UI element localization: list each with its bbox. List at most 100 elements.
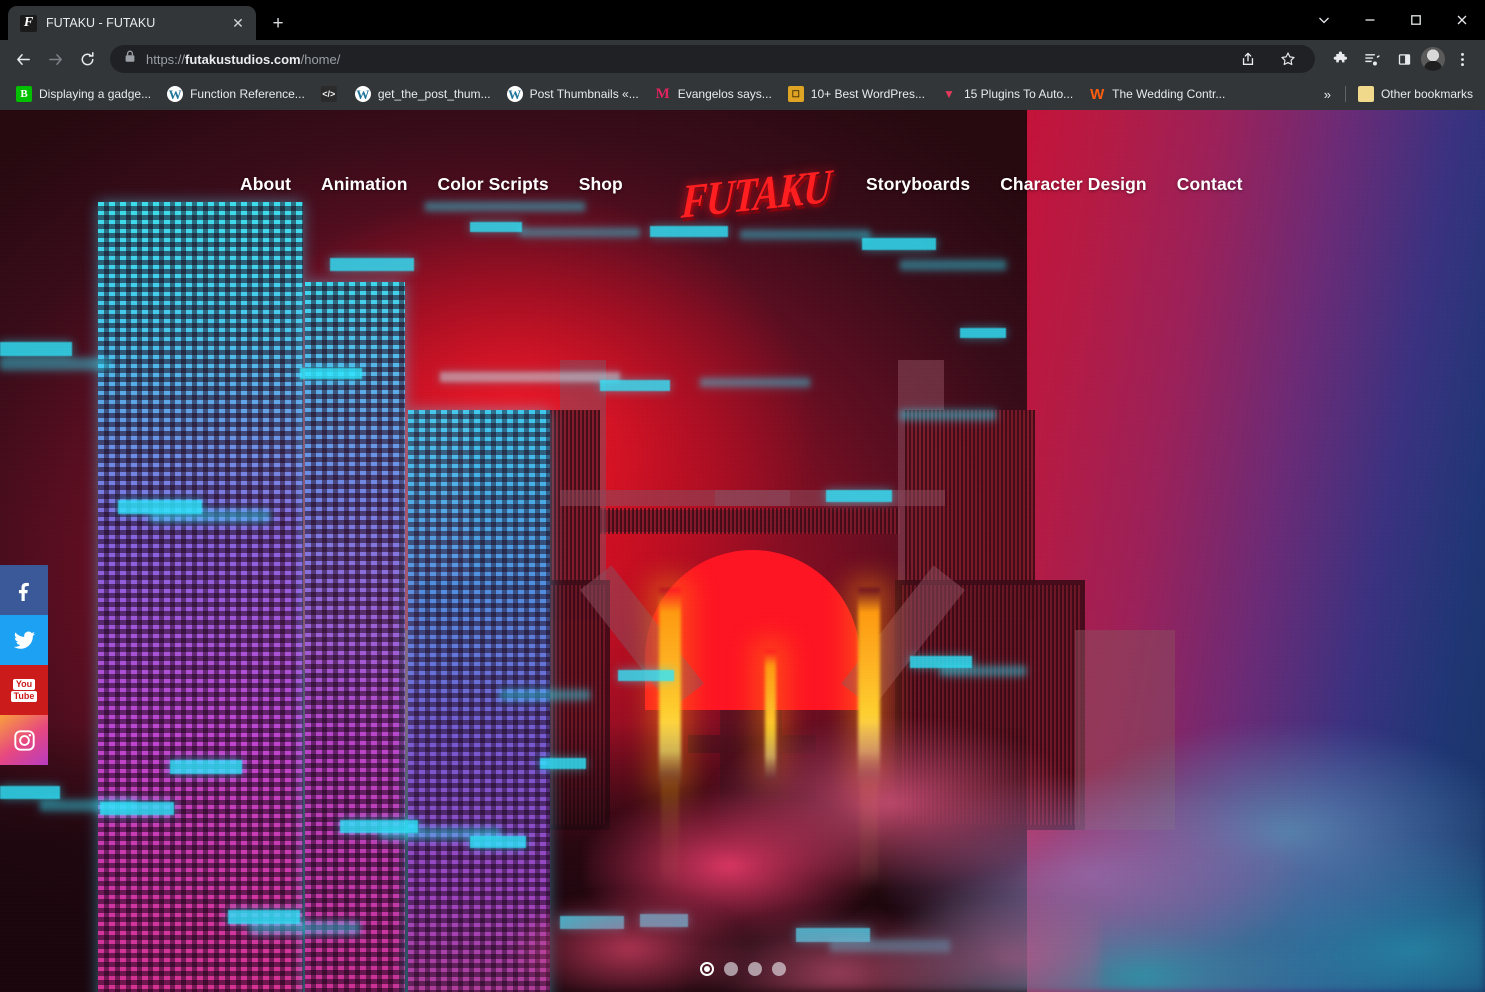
site-logo-text: FUTAKU (680, 159, 833, 229)
tab-search-chevron-down-icon[interactable] (1301, 3, 1347, 37)
site-logo[interactable]: FUTAKU (680, 160, 832, 229)
new-tab-button[interactable]: + (264, 9, 292, 37)
back-arrow-icon[interactable] (8, 44, 38, 74)
blogger-icon: B (16, 86, 32, 102)
social-rail: You Tube (0, 565, 48, 765)
w-icon: W (1090, 85, 1105, 103)
glitch-bar (520, 228, 640, 237)
other-bookmarks-label: Other bookmarks (1380, 87, 1473, 101)
glitch-bar (862, 238, 936, 250)
address-bar-url[interactable]: https://futakustudios.com/home/ (146, 52, 1223, 67)
bookmark-item[interactable]: W Function Reference... (159, 82, 313, 106)
hero-clouds-bottom (480, 752, 1100, 992)
nav-link-character-design[interactable]: Character Design (1000, 174, 1147, 195)
side-panel-icon[interactable] (1389, 44, 1419, 74)
browser-window: F FUTAKU - FUTAKU ✕ + https://futakustud… (0, 0, 1485, 992)
glitch-bar (250, 922, 360, 934)
neon-tower-1 (98, 202, 303, 992)
glitch-bar (440, 372, 620, 382)
bookmark-star-icon[interactable] (1273, 44, 1303, 74)
address-bar[interactable]: https://futakustudios.com/home/ (110, 45, 1315, 73)
carousel-dots (0, 958, 1485, 980)
forward-arrow-icon[interactable] (40, 44, 70, 74)
glitch-bar (900, 260, 1006, 270)
bookmark-label: Post Thumbnails «... (529, 87, 639, 101)
glitch-bar (0, 342, 72, 356)
glitch-bar (0, 358, 110, 370)
browser-tab[interactable]: F FUTAKU - FUTAKU ✕ (8, 6, 256, 40)
instagram-icon[interactable] (0, 715, 48, 765)
glitch-bar (170, 760, 242, 774)
site-navigation: About Animation Color Scripts Shop FUTAK… (0, 110, 1485, 229)
code-icon: </> (320, 86, 337, 102)
extensions-puzzle-icon[interactable] (1325, 44, 1355, 74)
carousel-dot-1[interactable] (699, 962, 714, 976)
close-window-icon[interactable] (1439, 3, 1485, 37)
glitch-bar (740, 230, 870, 239)
bookmark-item[interactable]: W Post Thumbnails «... (499, 82, 647, 106)
bookmark-label: Displaying a gadge... (39, 87, 152, 101)
web-page-viewport: About Animation Color Scripts Shop FUTAK… (0, 110, 1485, 992)
bookmark-item[interactable]: W get_the_post_thum... (347, 82, 499, 106)
glitch-bar (470, 222, 522, 232)
carousel-dot-3[interactable] (747, 962, 762, 976)
bookmark-label: Evangelos says... (677, 87, 772, 101)
tab-strip: F FUTAKU - FUTAKU ✕ + (0, 0, 1485, 40)
m-icon: M (655, 85, 670, 102)
glitch-bar (330, 258, 414, 271)
glitch-bar (900, 410, 996, 420)
glitch-bar (300, 368, 362, 379)
close-tab-icon[interactable]: ✕ (228, 13, 248, 33)
bookmark-label: Function Reference... (190, 87, 305, 101)
glitch-bar (500, 690, 590, 700)
nav-link-animation[interactable]: Animation (321, 174, 407, 195)
nav-link-shop[interactable]: Shop (579, 174, 623, 195)
carousel-dot-2[interactable] (723, 962, 738, 976)
browser-toolbar: https://futakustudios.com/home/ (0, 40, 1485, 78)
bookmarks-bar: B Displaying a gadge... W Function Refer… (0, 78, 1485, 110)
carousel-dot-4[interactable] (771, 962, 786, 976)
three-dot-menu-icon[interactable] (1447, 44, 1477, 74)
bookmark-label: get_the_post_thum... (377, 87, 491, 101)
tab-title: FUTAKU - FUTAKU (46, 16, 156, 30)
bookmarks-overflow-button[interactable]: » (1314, 87, 1341, 102)
youtube-wordmark: You Tube (10, 678, 38, 702)
wordpress-icon: W (167, 86, 184, 102)
site-info-lock-icon[interactable] (124, 50, 136, 68)
window-controls (1301, 0, 1485, 40)
bookmark-label: 10+ Best WordPres... (810, 87, 925, 101)
bookmark-item[interactable]: </> (313, 82, 347, 106)
glitch-bar (100, 802, 174, 815)
share-icon[interactable] (1233, 44, 1263, 74)
folder-icon (1357, 86, 1374, 102)
profile-avatar[interactable] (1421, 47, 1445, 71)
nav-link-about[interactable]: About (240, 174, 291, 195)
nav-link-color-scripts[interactable]: Color Scripts (438, 174, 549, 195)
bookmarks-overflow: » Other bookmarks (1314, 82, 1481, 106)
bookmark-item[interactable]: ☐ 10+ Best WordPres... (780, 82, 933, 106)
bookmark-item[interactable]: W The Wedding Contr... (1081, 82, 1233, 106)
glitch-bar (700, 378, 810, 387)
youtube-icon[interactable]: You Tube (0, 665, 48, 715)
facebook-icon[interactable] (0, 565, 48, 615)
bookmarks-divider (1344, 86, 1346, 102)
futaku-f-favicon-icon: F (20, 14, 37, 32)
maximize-icon[interactable] (1393, 3, 1439, 37)
nav-group-left: About Animation Color Scripts Shop (240, 174, 623, 195)
neon-tower-2 (305, 282, 405, 992)
chat-icon: ☐ (787, 86, 804, 102)
other-bookmarks-button[interactable]: Other bookmarks (1350, 82, 1481, 106)
nav-link-contact[interactable]: Contact (1177, 174, 1243, 195)
glitch-bar (826, 490, 892, 502)
twitter-icon[interactable] (0, 615, 48, 665)
nav-link-storyboards[interactable]: Storyboards (866, 174, 970, 195)
bookmark-item[interactable]: M Evangelos says... (647, 82, 780, 106)
minimize-icon[interactable] (1347, 3, 1393, 37)
glitch-bar (960, 328, 1006, 338)
bookmark-item[interactable]: B Displaying a gadge... (8, 82, 159, 106)
bookmark-label: The Wedding Contr... (1112, 87, 1226, 101)
nav-group-right: Storyboards Character Design Contact (866, 174, 1243, 195)
reload-icon[interactable] (72, 44, 102, 74)
media-control-icon[interactable] (1357, 44, 1387, 74)
bookmark-item[interactable]: ▼ 15 Plugins To Auto... (933, 82, 1081, 106)
